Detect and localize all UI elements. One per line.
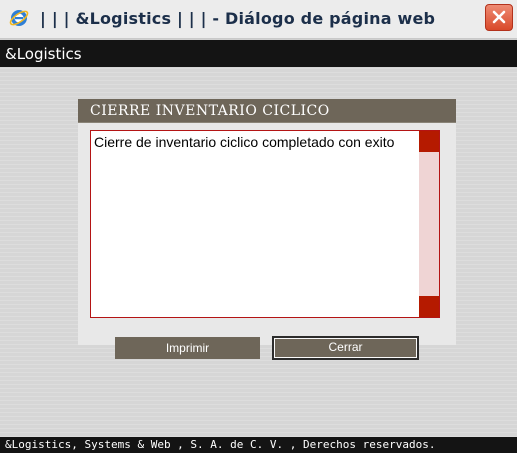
panel-title: CIERRE INVENTARIO CICLICO bbox=[90, 103, 330, 119]
footer: &Logistics, Systems & Web , S. A. de C. … bbox=[0, 437, 517, 453]
close-button[interactable]: Cerrar bbox=[272, 336, 419, 360]
close-icon bbox=[492, 10, 506, 24]
dialog-panel: CIERRE INVENTARIO CICLICO Cierre de inve… bbox=[78, 99, 456, 345]
title-bar[interactable]: | | | &Logistics | | | - Diálogo de pági… bbox=[0, 0, 517, 39]
vertical-scrollbar[interactable] bbox=[419, 131, 439, 317]
footer-copyright: &Logistics, Systems & Web , S. A. de C. … bbox=[5, 438, 436, 451]
content-area: CIERRE INVENTARIO CICLICO Cierre de inve… bbox=[0, 67, 517, 437]
print-button[interactable]: Imprimir bbox=[115, 337, 260, 359]
message-text: Cierre de inventario ciclico completado … bbox=[94, 134, 395, 150]
app-name: &Logistics bbox=[5, 45, 82, 63]
scroll-up-button[interactable] bbox=[419, 131, 439, 152]
dialog-window: | | | &Logistics | | | - Diálogo de pági… bbox=[0, 0, 517, 453]
close-window-button[interactable] bbox=[485, 4, 513, 31]
panel-header: CIERRE INVENTARIO CICLICO bbox=[78, 99, 456, 123]
internet-explorer-icon bbox=[8, 7, 30, 29]
scroll-down-button[interactable] bbox=[419, 296, 439, 317]
app-header: &Logistics bbox=[0, 40, 517, 67]
message-textarea[interactable]: Cierre de inventario ciclico completado … bbox=[90, 130, 440, 318]
window-title: | | | &Logistics | | | - Diálogo de pági… bbox=[40, 9, 436, 28]
